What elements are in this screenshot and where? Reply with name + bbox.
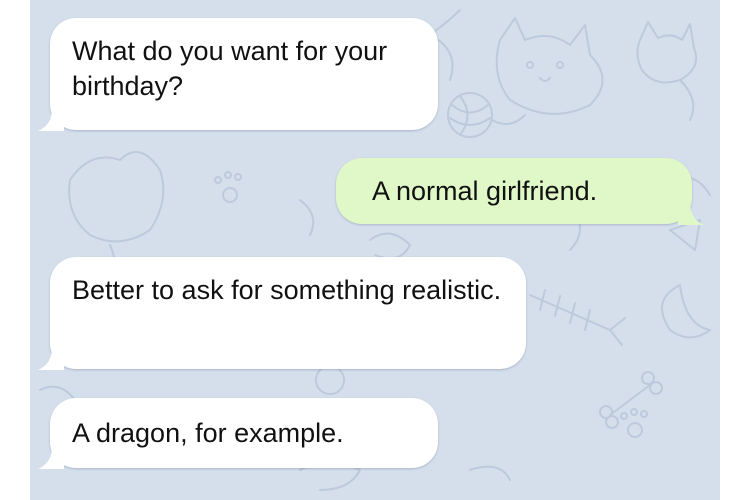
bubble-tail [678,203,704,225]
cat-icon [495,17,604,115]
message-text: Better to ask for something realistic. [72,275,502,305]
fish-bone-icon [529,289,626,346]
message-text: What do you want for your birthday? [72,36,388,101]
message-bubble-incoming[interactable]: Better to ask for something realistic. [38,257,526,370]
chat-window: What do you want for your birthday? A no… [30,0,720,500]
message-text: A normal girlfriend. [372,176,598,206]
dog-icon [68,151,165,243]
cat-icon [636,21,698,121]
message-bubble-incoming[interactable]: A dragon, for example. [38,398,438,469]
crescent-icon [661,284,711,339]
bone-icon [599,371,663,429]
message-bubble-outgoing[interactable]: A normal girlfriend. [336,158,704,225]
yarn-ball-icon [447,92,526,138]
paw-icon [620,408,648,438]
bubble-tail [38,109,64,131]
bubble-tail [38,348,64,370]
message-bubble-incoming[interactable]: What do you want for your birthday? [38,18,438,131]
message-text: A dragon, for example. [72,418,344,448]
paw-icon [214,171,242,203]
bubble-tail [38,447,64,469]
